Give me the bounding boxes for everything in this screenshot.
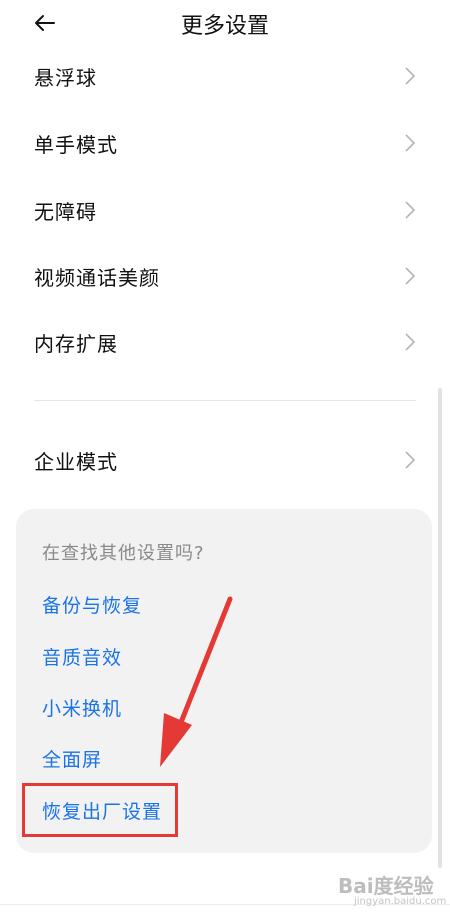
link-full-screen[interactable]: 全面屏 — [42, 745, 102, 772]
settings-item-memory-extension[interactable]: 内存扩展 — [0, 316, 450, 368]
chevron-right-icon — [405, 267, 416, 285]
settings-item-label: 单手模式 — [34, 133, 118, 157]
suggestion-card-title: 在查找其他设置吗? — [42, 543, 205, 564]
chevron-right-icon — [405, 333, 416, 351]
settings-item-label: 视频通话美颜 — [34, 266, 160, 290]
red-arrow-icon — [160, 596, 233, 767]
settings-item-one-handed-mode[interactable]: 单手模式 — [0, 117, 450, 169]
settings-item-label: 无障碍 — [34, 200, 97, 224]
settings-item-label: 悬浮球 — [34, 66, 97, 90]
top-bar: 更多设置 — [0, 0, 450, 48]
scrollbar[interactable] — [438, 388, 442, 868]
settings-item-label: 内存扩展 — [34, 332, 118, 356]
section-divider — [34, 400, 416, 401]
settings-item-label: 企业模式 — [34, 450, 118, 474]
settings-item-accessibility[interactable]: 无障碍 — [0, 184, 450, 236]
watermark-logo: Bai度经验 — [338, 874, 434, 898]
chevron-right-icon — [405, 451, 416, 469]
settings-item-floating-ball[interactable]: 悬浮球 — [0, 50, 450, 102]
chevron-right-icon — [405, 134, 416, 152]
link-backup-restore[interactable]: 备份与恢复 — [42, 591, 142, 618]
page-title: 更多设置 — [180, 14, 269, 39]
link-mi-mover[interactable]: 小米换机 — [42, 694, 122, 721]
watermark-url: jingyan.baidu.com — [354, 896, 447, 907]
settings-item-video-call-beauty[interactable]: 视频通话美颜 — [0, 250, 450, 302]
settings-item-enterprise-mode[interactable]: 企业模式 — [0, 434, 450, 486]
link-audio-effects[interactable]: 音质音效 — [42, 643, 122, 670]
highlight-box — [22, 783, 178, 837]
chevron-right-icon — [405, 201, 416, 219]
chevron-right-icon — [405, 67, 416, 85]
